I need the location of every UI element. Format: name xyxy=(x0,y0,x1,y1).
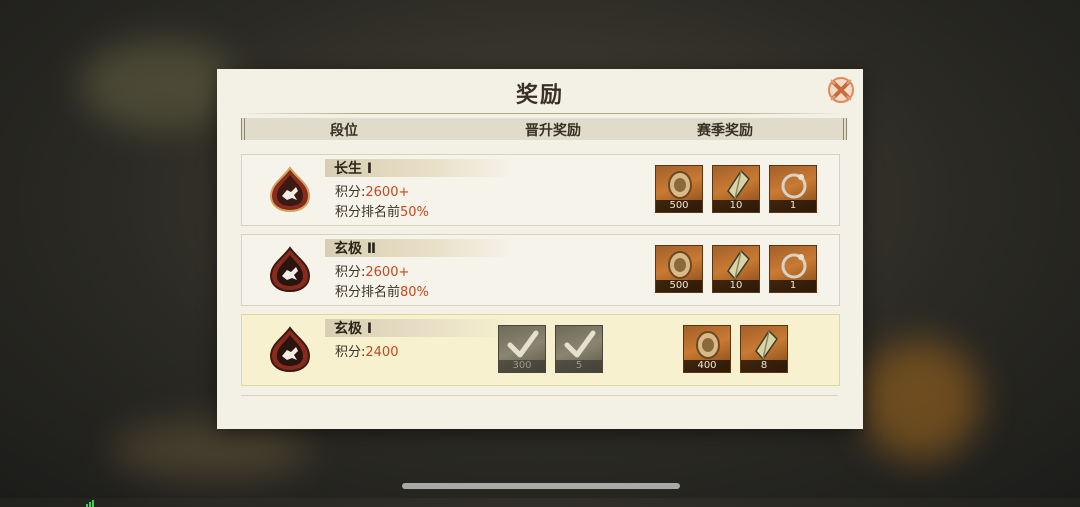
medal-coin-icon xyxy=(668,251,692,279)
medal-coin-icon xyxy=(696,331,720,359)
dialog-title: 奖励 xyxy=(515,83,564,108)
reward-count: 10 xyxy=(713,200,759,212)
rank-label: 积分排名前 xyxy=(335,205,401,220)
score-line: 积分:2400 xyxy=(335,341,398,360)
reward-item[interactable]: 1 xyxy=(769,245,817,293)
promotion-reward-claimed[interactable]: 300 xyxy=(498,325,546,373)
promotion-reward-claimed[interactable]: 5 xyxy=(555,325,603,373)
reward-count: 500 xyxy=(656,280,702,292)
header-promotion: 晋升奖励 xyxy=(525,123,581,139)
reward-item[interactable]: 400 xyxy=(683,325,731,373)
score-label: 积分: xyxy=(335,345,366,360)
score-line: 积分:2600+ xyxy=(335,181,409,200)
reward-count: 400 xyxy=(684,360,730,372)
signal-icon xyxy=(86,488,98,507)
header-season: 赛季奖励 xyxy=(697,123,753,139)
background-blur xyxy=(860,340,980,460)
tier-name: 玄极 Ⅱ xyxy=(334,241,377,257)
xuanji-tier-emblem-icon xyxy=(269,326,311,372)
close-button[interactable] xyxy=(827,76,855,104)
claimed-check-icon xyxy=(564,330,596,358)
tier-name: 长生 Ⅰ xyxy=(334,161,373,177)
jade-crystal-icon xyxy=(727,249,750,281)
title-divider xyxy=(237,113,843,114)
reward-item[interactable]: 500 xyxy=(655,165,703,213)
reward-item[interactable]: 10 xyxy=(712,245,760,293)
reward-item[interactable]: 8 xyxy=(740,325,788,373)
tier-name: 玄极 Ⅰ xyxy=(334,321,373,337)
reward-row-current: 玄极 Ⅰ 积分:2400 300 5 400 8 xyxy=(241,314,840,386)
reward-row: 长生 Ⅰ 积分:2600+ 积分排名前50% 500 10 1 xyxy=(241,154,840,226)
reward-row-partial xyxy=(241,395,838,402)
background-blur xyxy=(80,40,240,130)
reward-count: 1 xyxy=(770,200,816,212)
medal-coin-icon xyxy=(668,171,692,199)
jade-crystal-icon xyxy=(755,329,778,361)
reward-count: 300 xyxy=(499,360,545,372)
rank-line: 积分排名前50% xyxy=(335,201,429,220)
reward-count: 5 xyxy=(556,360,602,372)
background-blur xyxy=(110,420,310,480)
jade-crystal-icon xyxy=(727,169,750,201)
silver-ring-icon xyxy=(781,173,807,199)
score-line: 积分:2600+ xyxy=(335,261,409,280)
header-rank: 段位 xyxy=(330,123,358,139)
reward-row: 玄极 Ⅱ 积分:2600+ 积分排名前80% 500 10 1 xyxy=(241,234,840,306)
table-header: 段位 晋升奖励 赛季奖励 xyxy=(241,118,847,140)
home-indicator[interactable] xyxy=(402,483,680,489)
rank-value: 50% xyxy=(400,205,429,220)
claimed-check-icon xyxy=(507,330,539,358)
rewards-dialog: 奖励 段位 晋升奖励 赛季奖励 长生 Ⅰ 积分:2600+ 积分排名前50% 5… xyxy=(217,69,863,429)
rank-label: 积分排名前 xyxy=(335,285,401,300)
rank-value: 80% xyxy=(400,285,429,300)
reward-item[interactable]: 10 xyxy=(712,165,760,213)
close-icon xyxy=(828,77,854,103)
xuanji-tier-emblem-icon xyxy=(269,246,311,292)
changsheng-tier-emblem-icon xyxy=(269,166,311,212)
silver-ring-icon xyxy=(781,253,807,279)
reward-count: 500 xyxy=(656,200,702,212)
score-label: 积分: xyxy=(335,185,366,200)
score-value: 2600+ xyxy=(365,265,410,280)
reward-count: 10 xyxy=(713,280,759,292)
score-label: 积分: xyxy=(335,265,366,280)
reward-count: 8 xyxy=(741,360,787,372)
score-value: 2400 xyxy=(365,345,399,360)
reward-count: 1 xyxy=(770,280,816,292)
score-value: 2600+ xyxy=(365,185,410,200)
reward-item[interactable]: 500 xyxy=(655,245,703,293)
reward-item[interactable]: 1 xyxy=(769,165,817,213)
rank-line: 积分排名前80% xyxy=(335,281,429,300)
